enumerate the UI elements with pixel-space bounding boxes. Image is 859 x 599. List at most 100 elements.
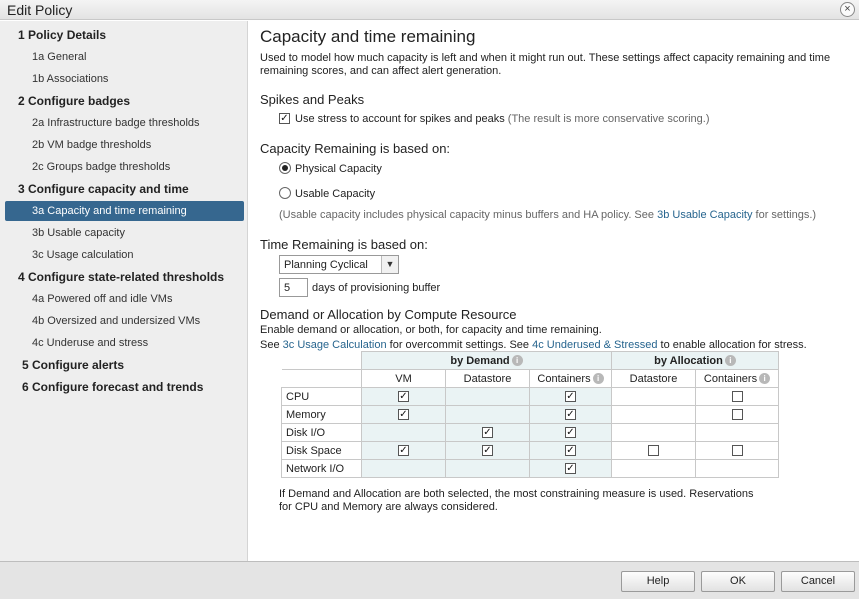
sidebar-item-2c[interactable]: 2c Groups badge thresholds (0, 157, 248, 177)
table-cell (611, 387, 696, 406)
info-icon[interactable]: i (511, 355, 523, 367)
table-cell: ✓ (445, 441, 530, 460)
intro-text-line2: remaining scores, and can affect alert g… (260, 65, 502, 77)
cancel-button[interactable]: Cancel (781, 571, 855, 592)
table-cell: ✓ (361, 387, 446, 406)
column-header-allocation-containers: Containers i (695, 369, 779, 388)
table-cell (361, 459, 446, 478)
usable-capacity-link[interactable]: 3b Usable Capacity (657, 209, 752, 221)
chevron-down-icon[interactable]: ▼ (381, 256, 398, 273)
column-header-demand-datastore: Datastore (445, 369, 530, 388)
spikes-heading: Spikes and Peaks (260, 92, 365, 107)
sidebar-item-4b[interactable]: 4b Oversized and undersized VMs (0, 311, 248, 331)
usable-capacity-radio[interactable] (279, 187, 291, 199)
sidebar-item-3b[interactable]: 3b Usable capacity (0, 223, 248, 243)
table-cell (695, 405, 779, 424)
info-icon[interactable]: i (724, 355, 736, 367)
resource-checkbox[interactable]: ✓ (565, 463, 576, 475)
table-row: CPU ✓ ✓ (281, 387, 779, 406)
column-header-allocation-datastore: Datastore (611, 369, 696, 388)
sidebar-item-1a[interactable]: 1a General (0, 47, 248, 67)
table-cell: ✓ (529, 387, 612, 406)
table-cell (361, 423, 446, 442)
table-cell: ✓ (445, 423, 530, 442)
capacity-heading: Capacity Remaining is based on: (260, 141, 451, 156)
row-label: CPU (281, 387, 362, 406)
table-cell (611, 441, 696, 460)
time-heading: Time Remaining is based on: (260, 237, 428, 252)
sidebar-item-2a[interactable]: 2a Infrastructure badge thresholds (0, 113, 248, 133)
info-icon[interactable]: i (592, 373, 604, 385)
ok-button[interactable]: OK (701, 571, 775, 592)
table-cell: ✓ (529, 423, 612, 442)
intro-text-line1: Used to model how much capacity is left … (260, 52, 831, 64)
resource-checkbox[interactable]: ✓ (398, 391, 409, 403)
table-cell (695, 423, 779, 442)
sidebar-item-5[interactable]: 5 Configure alerts (0, 355, 248, 375)
table-cell (611, 423, 696, 442)
close-icon[interactable]: × (840, 2, 855, 17)
table-cell: ✓ (529, 441, 612, 460)
sidebar-item-3[interactable]: 3 Configure capacity and time (0, 179, 248, 199)
row-label: Disk I/O (281, 423, 362, 442)
row-label: Disk Space (281, 441, 362, 460)
sidebar-item-4[interactable]: 4 Configure state-related thresholds (0, 267, 248, 287)
use-stress-checkbox[interactable]: ✓ (279, 113, 290, 124)
by-demand-header: by Demand i (361, 351, 612, 370)
page-title: Capacity and time remaining (260, 27, 476, 46)
sidebar-item-4c[interactable]: 4c Underuse and stress (0, 333, 248, 353)
table-cell (445, 387, 530, 406)
table-cell: ✓ (529, 405, 612, 424)
title-bar: Edit Policy × (0, 0, 859, 20)
column-header-vm: VM (361, 369, 446, 388)
sidebar-item-4a[interactable]: 4a Powered off and idle VMs (0, 289, 248, 309)
table-cell (695, 387, 779, 406)
resource-checkbox[interactable] (731, 391, 743, 403)
resource-checkbox[interactable]: ✓ (565, 427, 576, 439)
demand-heading: Demand or Allocation by Compute Resource (260, 307, 517, 322)
table-row: Disk I/O ✓ ✓ (281, 423, 779, 442)
resource-checkbox[interactable]: ✓ (398, 445, 409, 457)
row-label: Network I/O (281, 459, 362, 478)
time-remaining-select[interactable]: Planning Cyclical ▼ (279, 255, 399, 274)
resource-checkbox[interactable]: ✓ (482, 445, 493, 457)
sidebar-item-2[interactable]: 2 Configure badges (0, 91, 248, 111)
resource-checkbox[interactable] (648, 445, 659, 457)
table-row: Memory ✓ ✓ (281, 405, 779, 424)
footnote-line2: for CPU and Memory are always considered… (279, 501, 498, 513)
demand-description: Enable demand or allocation, or both, fo… (260, 324, 602, 336)
sidebar-item-2b[interactable]: 2b VM badge thresholds (0, 135, 248, 155)
table-cell: ✓ (361, 441, 446, 460)
use-stress-label[interactable]: Use stress to account for spikes and pea… (295, 113, 710, 125)
usage-calculation-link[interactable]: 3c Usage Calculation (283, 339, 387, 351)
row-label: Memory (281, 405, 362, 424)
table-cell: ✓ (361, 405, 446, 424)
resource-checkbox[interactable]: ✓ (565, 409, 576, 421)
sidebar-item-1[interactable]: 1 Policy Details (0, 25, 248, 45)
use-stress-note: (The result is more conservative scoring… (507, 113, 710, 125)
sidebar-item-1b[interactable]: 1b Associations (0, 69, 248, 89)
physical-capacity-radio[interactable] (279, 162, 291, 174)
resource-checkbox[interactable]: ✓ (565, 445, 576, 457)
provisioning-buffer-label: days of provisioning buffer (312, 282, 441, 294)
demand-see-line: See 3c Usage Calculation for overcommit … (260, 339, 807, 351)
table-cell (611, 459, 696, 478)
table-row: Network I/O ✓ (281, 459, 779, 478)
table-row: Disk Space ✓ ✓ ✓ (281, 441, 779, 460)
underused-stressed-link[interactable]: 4c Underused & Stressed (532, 339, 657, 351)
sidebar-item-3a[interactable]: 3a Capacity and time remaining (5, 201, 244, 221)
resource-checkbox[interactable] (731, 409, 743, 421)
provisioning-buffer-input[interactable]: 5 (279, 278, 308, 297)
wizard-sidebar: 1 Policy Details 1a General 1b Association… (0, 21, 248, 561)
help-button[interactable]: Help (621, 571, 695, 592)
usable-capacity-label[interactable]: Usable Capacity (295, 188, 375, 200)
resource-checkbox[interactable]: ✓ (482, 427, 493, 439)
resource-checkbox[interactable]: ✓ (565, 391, 576, 403)
compute-resource-table: by Demand i by Allocation i VM Datastore C… (281, 351, 779, 478)
info-icon[interactable]: i (759, 373, 771, 385)
sidebar-item-3c[interactable]: 3c Usage calculation (0, 245, 248, 265)
sidebar-item-6[interactable]: 6 Configure forecast and trends (0, 377, 248, 397)
physical-capacity-label[interactable]: Physical Capacity (295, 163, 382, 175)
resource-checkbox[interactable] (731, 445, 743, 457)
resource-checkbox[interactable]: ✓ (398, 409, 409, 421)
